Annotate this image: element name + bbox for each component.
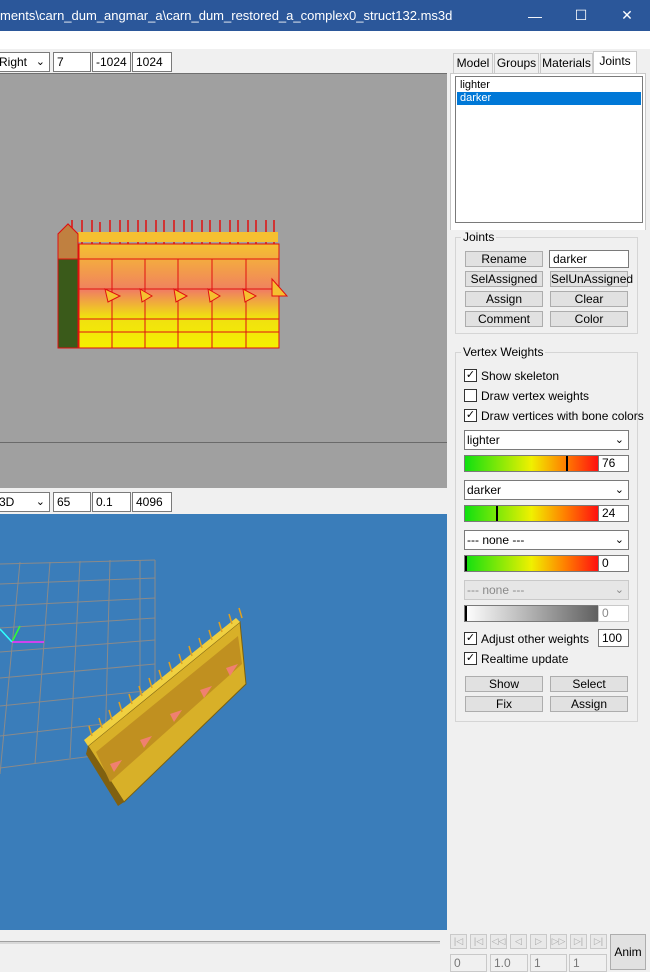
viewport-right[interactable] — [0, 73, 447, 488]
joint-name-input[interactable]: darker — [549, 250, 629, 268]
draw-vertex-weights-label[interactable]: Draw vertex weights — [481, 389, 589, 403]
slider-thumb[interactable] — [465, 556, 467, 571]
check-icon: ✓ — [465, 652, 476, 664]
3d-view-model — [0, 559, 247, 806]
chevron-down-icon: ⌄ — [614, 584, 624, 596]
top-field-1[interactable]: 7 — [53, 52, 91, 72]
show-button[interactable]: Show — [465, 676, 543, 692]
check-icon: ✓ — [465, 369, 476, 381]
bottom-field-3[interactable]: 4096 — [132, 492, 172, 512]
tab-joints[interactable]: Joints — [593, 51, 637, 73]
menu-bar — [0, 31, 650, 49]
chevron-down-icon: ⌄ — [35, 56, 45, 68]
tab-materials[interactable]: Materials — [540, 53, 593, 73]
weight-slider-1[interactable] — [464, 455, 599, 472]
viewport-3d[interactable] — [0, 514, 447, 930]
tab-model[interactable]: Model — [453, 53, 493, 73]
weight-joint-select-4[interactable]: --- none --- ⌄ — [464, 580, 629, 600]
close-icon[interactable]: ✕ — [604, 0, 650, 31]
window-title: ments\carn_dum_angmar_a\carn_dum_restore… — [0, 8, 453, 23]
adjust-other-weights-label[interactable]: Adjust other weights — [481, 632, 589, 646]
clear-button[interactable]: Clear — [550, 291, 628, 307]
view-select-bottom-value: 3D — [0, 495, 15, 509]
anim-field-3[interactable]: 1 — [530, 954, 567, 972]
sel-unassigned-button[interactable]: SelUnAssigned — [550, 271, 633, 287]
weight-slider-4[interactable] — [464, 605, 599, 622]
weight-joint-select-1-value: lighter — [467, 433, 500, 447]
weight-value-4[interactable]: 0 — [598, 605, 629, 622]
joints-group-title: Joints — [461, 230, 497, 244]
bottom-field-2[interactable]: 0.1 — [92, 492, 131, 512]
top-field-2[interactable]: -1024 — [92, 52, 131, 72]
joint-item-darker[interactable]: darker — [457, 92, 641, 105]
slider-thumb[interactable] — [496, 506, 498, 521]
chevron-down-icon: ⌄ — [614, 434, 624, 446]
anim-field-4[interactable]: 1 — [569, 954, 607, 972]
animation-controls: |◁ |◁ ◁◁ ◁ ▷ ▷▷ ▷| ▷| — [450, 934, 607, 949]
joint-list[interactable]: lighter darker — [455, 76, 643, 223]
draw-vertex-weights-checkbox[interactable] — [464, 389, 477, 402]
draw-vertices-bone-colors-checkbox[interactable]: ✓ — [464, 409, 477, 422]
chevron-down-icon: ⌄ — [35, 496, 45, 508]
assign-button[interactable]: Assign — [465, 291, 543, 307]
maximize-icon[interactable]: ☐ — [558, 0, 604, 31]
color-button[interactable]: Color — [550, 311, 628, 327]
side-view-model — [0, 220, 447, 443]
timeline-slider[interactable] — [0, 941, 440, 944]
assign-weights-button[interactable]: Assign — [550, 696, 628, 712]
rewind-icon[interactable]: ◁◁ — [490, 934, 507, 949]
weight-value-3[interactable]: 0 — [598, 555, 629, 572]
select-button[interactable]: Select — [550, 676, 628, 692]
weight-value-2[interactable]: 24 — [598, 505, 629, 522]
chevron-down-icon: ⌄ — [614, 484, 624, 496]
adjust-other-weights-checkbox[interactable]: ✓ — [464, 632, 477, 645]
top-field-3[interactable]: 1024 — [132, 52, 172, 72]
weight-joint-select-3-value: --- none --- — [467, 533, 525, 547]
vertex-weights-title: Vertex Weights — [461, 345, 546, 359]
joint-item-lighter[interactable]: lighter — [457, 79, 641, 92]
show-skeleton-label[interactable]: Show skeleton — [481, 369, 559, 383]
weight-slider-3[interactable] — [464, 555, 599, 572]
comment-button[interactable]: Comment — [465, 311, 543, 327]
fast-forward-icon[interactable]: ▷▷ — [550, 934, 567, 949]
step-back-end-icon[interactable]: |◁ — [470, 934, 487, 949]
weight-joint-select-2[interactable]: darker ⌄ — [464, 480, 629, 500]
minimize-icon[interactable]: — — [512, 0, 558, 31]
slider-thumb[interactable] — [566, 456, 568, 471]
weight-joint-select-1[interactable]: lighter ⌄ — [464, 430, 629, 450]
step-forward-end-icon[interactable]: ▷| — [570, 934, 587, 949]
title-bar[interactable]: ments\carn_dum_angmar_a\carn_dum_restore… — [0, 0, 650, 31]
anim-field-2[interactable]: 1.0 — [490, 954, 528, 972]
anim-field-1[interactable]: 0 — [450, 954, 487, 972]
rename-button[interactable]: Rename — [465, 251, 543, 267]
weight-value-1[interactable]: 76 — [598, 455, 629, 472]
slider-thumb[interactable] — [465, 606, 467, 621]
view-select-top[interactable]: Right ⌄ — [0, 52, 50, 72]
anim-button[interactable]: Anim — [610, 934, 646, 970]
bottom-field-1[interactable]: 65 — [53, 492, 91, 512]
realtime-update-label[interactable]: Realtime update — [481, 652, 568, 666]
show-skeleton-checkbox[interactable]: ✓ — [464, 369, 477, 382]
weight-slider-2[interactable] — [464, 505, 599, 522]
sel-assigned-button[interactable]: SelAssigned — [465, 271, 543, 287]
skip-start-icon[interactable]: |◁ — [450, 934, 467, 949]
prev-icon[interactable]: ◁ — [510, 934, 527, 949]
play-icon[interactable]: ▷ — [530, 934, 547, 949]
weight-joint-select-4-value: --- none --- — [467, 583, 525, 597]
view-select-top-value: Right — [0, 55, 28, 69]
axis-gizmo — [0, 625, 44, 643]
realtime-update-checkbox[interactable]: ✓ — [464, 652, 477, 665]
skip-end-icon[interactable]: ▷| — [590, 934, 607, 949]
adjust-value-input[interactable]: 100 — [598, 629, 629, 647]
weight-joint-select-3[interactable]: --- none --- ⌄ — [464, 530, 629, 550]
chevron-down-icon: ⌄ — [614, 534, 624, 546]
check-icon: ✓ — [465, 632, 476, 644]
fix-button[interactable]: Fix — [465, 696, 543, 712]
check-icon: ✓ — [465, 409, 476, 421]
weight-joint-select-2-value: darker — [467, 483, 502, 497]
tab-groups[interactable]: Groups — [494, 53, 539, 73]
view-select-bottom[interactable]: 3D ⌄ — [0, 492, 50, 512]
draw-vertices-bone-colors-label[interactable]: Draw vertices with bone colors — [481, 409, 644, 423]
